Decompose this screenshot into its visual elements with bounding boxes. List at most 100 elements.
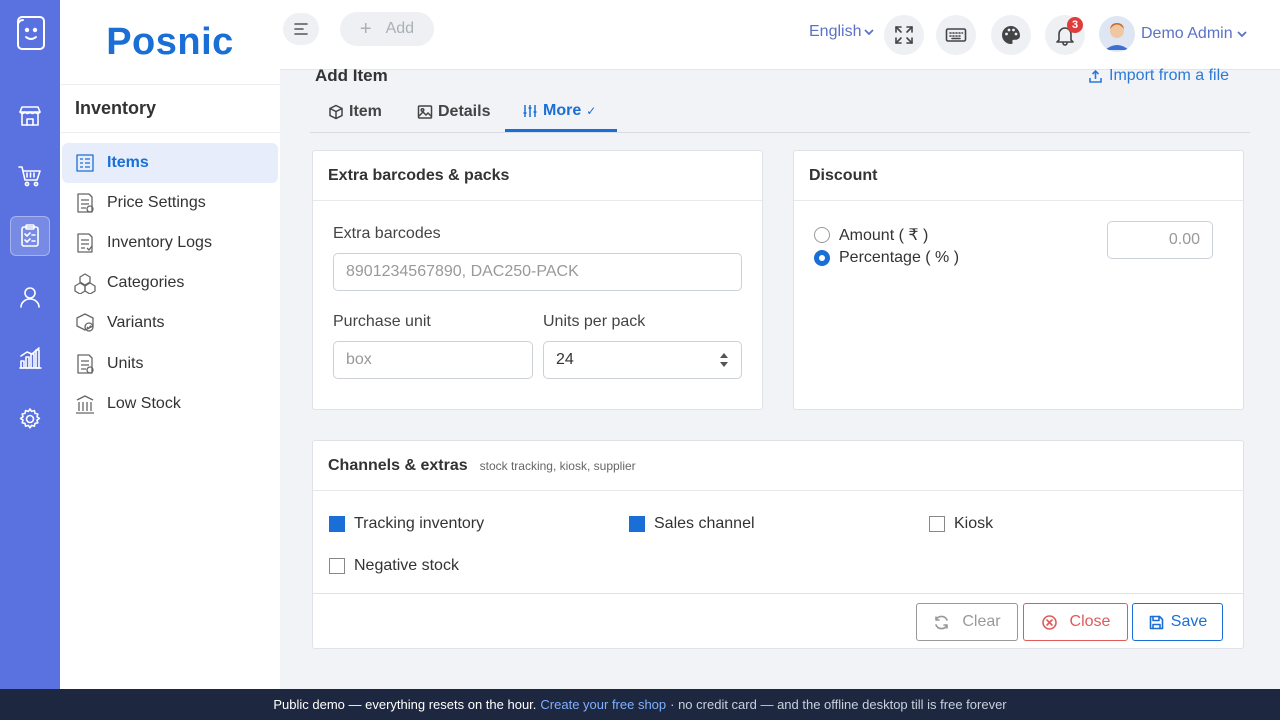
discount-percentage-radio[interactable]: Percentage ( % ): [814, 249, 959, 267]
item-tabs: Item Details More ✓: [310, 92, 1250, 133]
notification-badge: 3: [1067, 17, 1083, 33]
store-icon: [19, 106, 41, 126]
items-icon: [76, 154, 94, 172]
radio-label: Amount ( ₹ ): [839, 227, 929, 244]
rail-reports[interactable]: [10, 338, 50, 378]
sales-channel-checkbox[interactable]: Sales channel: [629, 515, 755, 533]
units-per-pack-stepper[interactable]: 24: [543, 341, 742, 379]
card-title: Extra barcodes & packs: [313, 151, 762, 201]
page-title: Add Item: [315, 66, 388, 85]
keyboard-button[interactable]: [936, 15, 976, 55]
categories-icon: [74, 273, 96, 294]
plus-icon: +: [359, 17, 372, 40]
inventory-submenu: Inventory Items Price Settings Inventory…: [60, 84, 280, 689]
rail-sales[interactable]: [10, 156, 50, 196]
clipboard-icon: [21, 224, 39, 247]
checkbox-label: Negative stock: [354, 557, 459, 574]
sidebar-item-low-stock[interactable]: Low Stock: [62, 384, 278, 424]
menu-toggle-button[interactable]: [283, 13, 319, 45]
checkbox[interactable]: [329, 558, 345, 574]
sidebar-item-label: Variants: [107, 314, 165, 331]
rail-store[interactable]: [10, 96, 50, 136]
radio-button[interactable]: [814, 250, 830, 266]
card-header: Channels & extras stock tracking, kiosk,…: [313, 441, 1243, 491]
extra-barcodes-input[interactable]: 8901234567890, DAC250-PACK: [333, 253, 742, 291]
purchase-unit-input[interactable]: box: [333, 341, 533, 379]
chevron-down-icon: [1236, 31, 1247, 38]
banner-text: Public demo — everything resets on the h…: [273, 697, 537, 712]
sidebar-item-label: Price Settings: [107, 194, 206, 211]
tab-item[interactable]: Item: [328, 92, 382, 132]
sidebar-item-categories[interactable]: Categories: [62, 263, 278, 303]
card-title: Discount: [794, 151, 1243, 201]
close-button[interactable]: Close: [1023, 603, 1128, 641]
checkbox[interactable]: [629, 516, 645, 532]
rail-settings[interactable]: [10, 399, 50, 439]
sidebar-item-label: Inventory Logs: [107, 234, 212, 251]
tab-more[interactable]: More ✓: [505, 92, 617, 132]
submenu-title: Inventory: [60, 85, 280, 133]
inventory-logs-icon: [77, 233, 93, 253]
save-icon: [1149, 615, 1164, 629]
fullscreen-icon: [895, 26, 913, 44]
banner-rest-text: · no credit card — and the offline deskt…: [670, 697, 1007, 712]
radio-button[interactable]: [814, 227, 830, 243]
palette-icon: [1002, 26, 1020, 44]
menu-icon: [294, 23, 308, 35]
save-label: Save: [1170, 613, 1208, 630]
sidebar-item-price-settings[interactable]: Price Settings: [62, 183, 278, 223]
fullscreen-button[interactable]: [884, 15, 924, 55]
units-icon: [77, 354, 94, 374]
rail-inventory[interactable]: [10, 216, 50, 256]
rail-customers[interactable]: [10, 277, 50, 317]
sidebar-item-items[interactable]: Items: [62, 143, 278, 183]
sidebar-item-inventory-logs[interactable]: Inventory Logs: [62, 223, 278, 263]
sidebar-item-variants[interactable]: Variants: [62, 303, 278, 343]
import-from-file-link[interactable]: Import from a file: [1088, 67, 1229, 85]
add-button[interactable]: + Add: [340, 12, 434, 46]
low-stock-icon: [76, 395, 94, 414]
sliders-icon: [523, 104, 537, 117]
chevron-down-icon: [864, 29, 875, 36]
discount-value-input[interactable]: 0.00: [1107, 221, 1213, 259]
price-settings-icon: [77, 193, 94, 213]
sidebar-item-units[interactable]: Units: [62, 344, 278, 384]
spinner-arrows-icon[interactable]: [719, 350, 729, 370]
sidebar-item-label: Low Stock: [107, 395, 181, 412]
discount-amount-radio[interactable]: Amount ( ₹ ): [814, 225, 928, 245]
negative-stock-checkbox[interactable]: Negative stock: [329, 557, 459, 575]
language-selector[interactable]: English: [809, 23, 875, 41]
tab-label: Item: [349, 103, 382, 120]
sidebar-item-label: Units: [107, 355, 144, 372]
tab-details[interactable]: Details: [417, 92, 490, 132]
notifications-button[interactable]: 3: [1045, 15, 1085, 55]
close-circle-icon: [1041, 614, 1057, 630]
create-shop-link[interactable]: Create your free shop: [540, 697, 666, 712]
tracking-inventory-checkbox[interactable]: Tracking inventory: [329, 515, 484, 533]
brand-logo[interactable]: Posnic: [60, 0, 280, 84]
close-label: Close: [1069, 613, 1111, 630]
clear-label: Clear: [962, 613, 1001, 630]
tab-label: More: [543, 101, 582, 119]
tab-label: Details: [438, 103, 491, 120]
check-icon: ✓: [586, 103, 597, 118]
add-button-label: Add: [385, 20, 415, 37]
app-logo-icon[interactable]: [0, 0, 60, 66]
discount-card: Discount Amount ( ₹ ) Percentage ( % ) 0…: [793, 150, 1244, 410]
clear-button[interactable]: Clear: [916, 603, 1018, 641]
checkbox[interactable]: [929, 516, 945, 532]
card-subtitle: stock tracking, kiosk, supplier: [479, 458, 636, 473]
sidebar-item-label: Categories: [107, 274, 185, 291]
save-button[interactable]: Save: [1132, 603, 1223, 641]
brand-name: Posnic: [106, 20, 234, 63]
purchase-unit-label: Purchase unit: [333, 313, 431, 330]
checkbox[interactable]: [329, 516, 345, 532]
form-actions: Clear Close Save: [312, 593, 1244, 649]
import-label: Import from a file: [1109, 67, 1230, 84]
radio-label: Percentage ( % ): [839, 249, 960, 266]
box-icon: [329, 104, 343, 120]
user-menu[interactable]: Demo Admin: [1099, 16, 1248, 52]
demo-banner: Public demo — everything resets on the h…: [0, 689, 1280, 720]
theme-button[interactable]: [991, 15, 1031, 55]
kiosk-checkbox[interactable]: Kiosk: [929, 515, 993, 533]
